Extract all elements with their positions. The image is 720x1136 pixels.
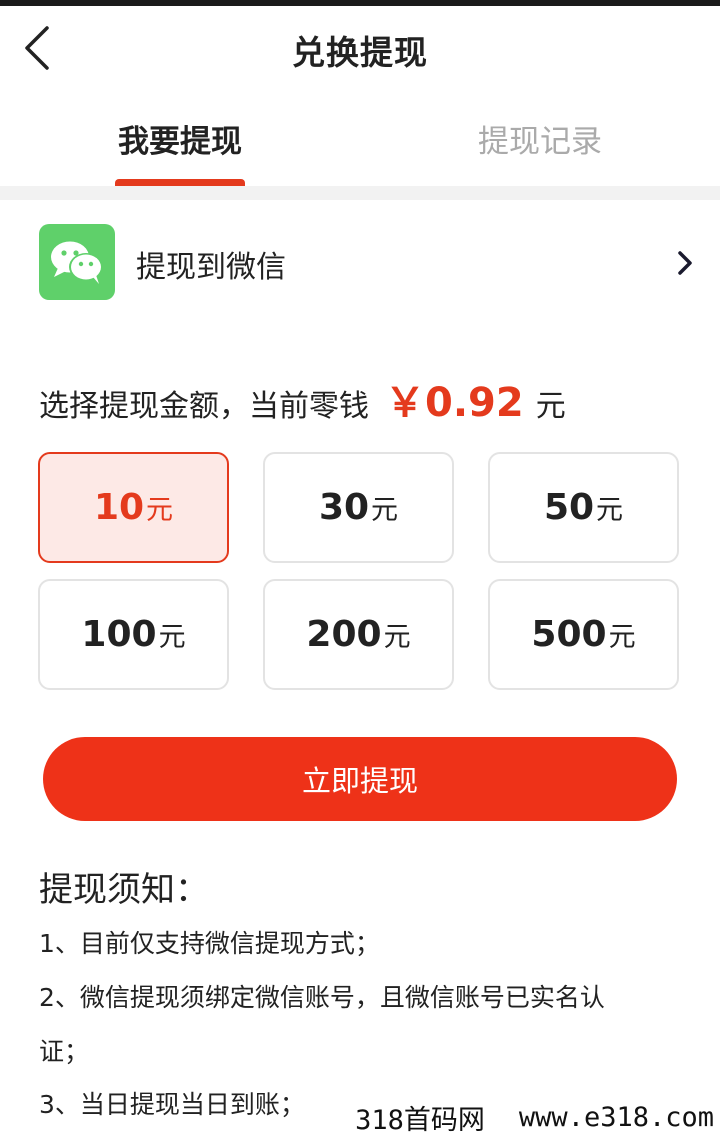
- tab-withdraw-history[interactable]: 提现记录: [420, 116, 660, 161]
- amount-unit: 元: [608, 622, 636, 653]
- amount-option-500[interactable]: 500 元: [488, 579, 679, 690]
- balance-line: 选择提现金额，当前零钱 ￥0.92 元: [39, 370, 699, 430]
- balance-prefix: 选择提现金额，当前零钱: [39, 389, 369, 424]
- amount-option-30[interactable]: 30 元: [263, 452, 454, 563]
- amount-unit: 元: [146, 495, 174, 526]
- withdraw-method-wechat[interactable]: 提现到微信: [0, 200, 720, 324]
- amount-value: 100: [81, 614, 157, 655]
- amount-value: 200: [306, 614, 382, 655]
- amount-unit: 元: [596, 495, 624, 526]
- notice-title: 提现须知：: [39, 870, 209, 910]
- watermark-site-name: 318首码网: [355, 1104, 485, 1136]
- amount-unit: 元: [383, 622, 411, 653]
- amount-unit: 元: [158, 622, 186, 653]
- amount-unit: 元: [371, 495, 399, 526]
- withdraw-now-button[interactable]: 立即提现: [43, 737, 677, 821]
- tab-bar: 我要提现 提现记录: [0, 90, 720, 186]
- active-tab-indicator: [115, 179, 245, 186]
- notice-item: 2、微信提现须绑定微信账号，且微信账号已实名认: [39, 983, 605, 1012]
- wechat-icon: [39, 224, 115, 300]
- amount-value: 30: [318, 487, 370, 528]
- amount-option-200[interactable]: 200 元: [263, 579, 454, 690]
- amount-value: 10: [93, 487, 145, 528]
- watermark: 318首码网 www.e318.com: [320, 1098, 720, 1136]
- withdraw-method-label: 提现到微信: [136, 250, 286, 285]
- balance-unit: 元: [535, 389, 566, 424]
- header: 兑换提现: [0, 6, 720, 90]
- chevron-right-icon: [678, 251, 692, 275]
- amount-option-50[interactable]: 50 元: [488, 452, 679, 563]
- amount-value: 50: [543, 487, 595, 528]
- page-title: 兑换提现: [292, 33, 428, 72]
- amount-option-100[interactable]: 100 元: [38, 579, 229, 690]
- tab-withdraw[interactable]: 我要提现: [60, 116, 300, 161]
- notice-item: 1、目前仅支持微信提现方式；: [39, 929, 380, 958]
- amount-option-10[interactable]: 10 元: [38, 452, 229, 563]
- balance-amount: ￥0.92: [385, 380, 524, 426]
- notice-item: 证；: [39, 1037, 90, 1066]
- section-divider: [0, 186, 720, 200]
- watermark-url: www.e318.com: [518, 1101, 714, 1133]
- amount-value: 500: [531, 614, 607, 655]
